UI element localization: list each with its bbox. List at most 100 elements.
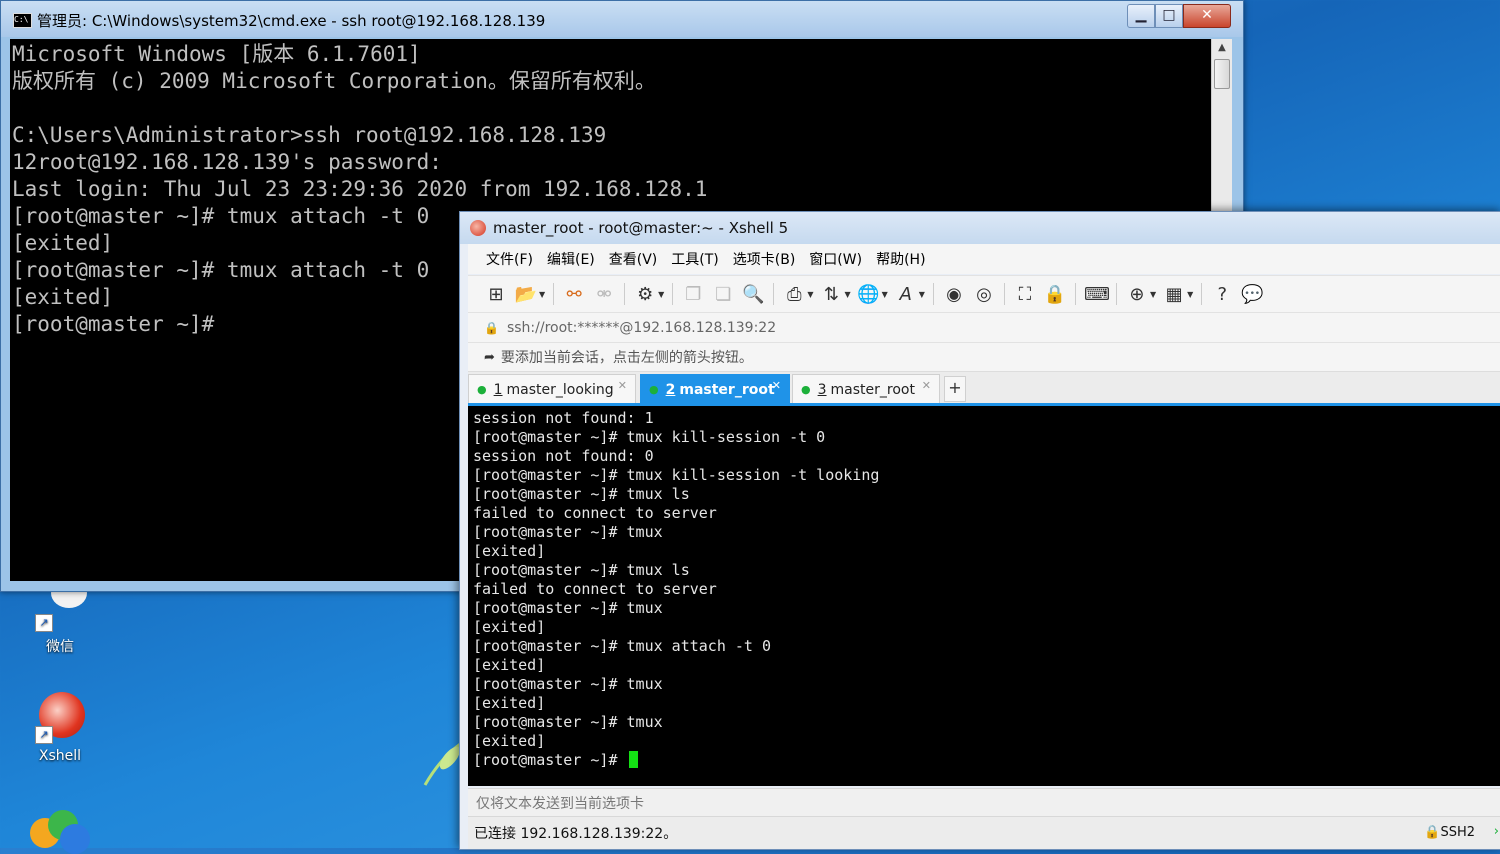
terminal-lines: session not found: 1 [root@master ~]# tm… [473,409,880,750]
protocol-status: 🔒SSH2 [1424,825,1475,840]
lock-button[interactable]: 🔒 [1043,284,1067,305]
cmd-icon: C:\ [13,13,32,28]
terminal[interactable]: session not found: 1 [root@master ~]# tm… [468,406,1500,786]
properties-icon: ⚙ [637,283,654,305]
xagent-icon: ◎ [976,283,992,305]
layout-icon: ▦ [1165,283,1183,305]
address-text: ssh://root:******@192.168.128.139:22 [506,319,777,336]
print-icon: ⎙ [787,283,802,305]
font-button[interactable]: A ▼ [894,284,925,305]
transfer-button[interactable]: ⇅ ▼ [819,283,851,305]
toolbar-separator [1003,283,1005,305]
lock-icon: 🔒 [1424,825,1441,840]
properties-button[interactable]: ⚙ ▼ [633,284,664,305]
toolbar-separator [773,283,775,305]
add-tab-button[interactable]: + [944,376,966,402]
chevron-down-icon: ▼ [844,289,851,299]
cmd-titlebar[interactable]: C:\ 管理员: C:\Windows\system32\cmd.exe - s… [1,1,1243,37]
xshell-icon: ↗ [33,690,87,744]
protocol-label: SSH2 [1440,825,1475,840]
fullscreen-icon: ⛶ [1018,283,1032,305]
toolbar: ⊞ 📂 ▼ ⚯ ⚮ ⚙ ▼ ❐ ❏ 🔍 ⎙ ▼ ⇅ ▼ 🌐 ▼ A ▼ ◉ ◎ ⛶ 🔒 ⌨ … [468,275,1500,312]
minimize-button[interactable]: ▁ [1127,4,1155,28]
open-button[interactable]: 📂 ▼ [514,284,545,305]
reconnect-button[interactable]: ⚯ [562,284,586,305]
desktop-icon-label: Xshell [38,748,82,764]
toolbar-separator [624,283,626,305]
xshell-titlebar[interactable]: master_root - root@master:~ - Xshell 5 [460,212,1500,244]
connection-status: 已连接 192.168.128.139:22。 [474,826,678,842]
connected-dot-icon: ● [801,383,811,396]
font-icon: A [899,283,912,305]
paste-button[interactable]: ❏ [711,284,735,305]
new-session-button[interactable]: ⊞ [484,284,508,305]
new-tab-button[interactable]: ⊕ ▼ [1125,284,1156,305]
keyboard-button[interactable]: ⌨ [1083,283,1110,305]
send-text-input[interactable]: 仅将文本发送到当前选项卡 [468,788,1500,816]
open-folder-icon: 📂 [514,283,538,305]
connected-dot-icon: ● [649,383,659,396]
close-button[interactable]: ✕ [1183,4,1231,28]
menu-edit[interactable]: 编辑(E) [547,249,595,269]
scroll-up-arrow-icon[interactable]: ▲ [1212,39,1232,57]
menu-help[interactable]: 帮助(H) [876,249,925,269]
xshell-icon [470,220,486,236]
tab-number: 1 [493,381,503,398]
globe-icon: 🌐 [857,283,880,305]
toolbar-separator [553,283,555,305]
chevron-down-icon: ▼ [539,289,546,299]
xshell-window[interactable]: master_root - root@master:~ - Xshell 5 文… [459,211,1500,850]
layout-button[interactable]: ▦ ▼ [1162,283,1194,305]
tab-label: master_root [679,381,775,398]
print-button[interactable]: ⎙ ▼ [782,284,813,305]
toolbar-separator [672,283,674,305]
globe-button[interactable]: 🌐 ▼ [857,283,888,305]
chat-button[interactable]: 💬 [1240,284,1264,305]
chevron-down-icon: ▼ [881,289,888,299]
menu-tools[interactable]: 工具(T) [671,249,718,269]
menu-tab[interactable]: 选项卡(B) [733,249,796,269]
add-session-arrow-icon[interactable]: ➦ [484,350,495,365]
tab-label: master_looking [506,381,614,398]
disconnect-button[interactable]: ⚮ [592,284,616,305]
new-tab-icon: ⊕ [1129,283,1145,305]
chat-icon: 💬 [1241,283,1264,305]
toolbar-separator [1115,283,1117,305]
address-bar[interactable]: 🔒 ssh://root:******@192.168.128.139:22 [468,312,1500,342]
tab-master-root[interactable]: ● 3 master_root ✕ [792,374,940,404]
menu-file[interactable]: 文件(F) [486,249,533,269]
status-indicator-icon: › [1493,824,1499,839]
tab-close-icon[interactable]: ✕ [922,379,931,392]
keyboard-icon: ⌨ [1083,283,1110,305]
toolbar-separator [932,283,934,305]
tab-close-icon[interactable]: ✕ [618,379,627,392]
tab-close-icon[interactable]: ✕ [772,379,781,392]
session-hint-text: 要添加当前会话，点击左侧的箭头按钮。 [500,350,753,366]
menu-view[interactable]: 查看(V) [609,249,658,269]
xagent-button[interactable]: ◎ [972,284,996,305]
tab-master-root-active[interactable]: ● 2 master_root ✕ [640,374,790,404]
scroll-thumb[interactable] [1214,59,1230,89]
find-button[interactable]: 🔍 [741,284,765,305]
menu-window[interactable]: 窗口(W) [809,249,862,269]
desktop-icon-xshell[interactable]: ↗ Xshell [20,690,100,764]
help-button[interactable]: ? [1210,284,1234,305]
send-text-placeholder: 仅将文本发送到当前选项卡 [476,795,644,812]
xftp-button[interactable]: ◉ [942,284,966,305]
menu-bar: 文件(F) 编辑(E) 查看(V) 工具(T) 选项卡(B) 窗口(W) 帮助(… [468,244,1500,274]
chevron-down-icon: ▼ [807,289,814,299]
help-icon: ? [1217,283,1228,305]
tab-master-looking[interactable]: ● 1 master_looking ✕ [468,374,636,404]
tab-number: 3 [817,381,827,398]
shortcut-arrow-icon: ↗ [35,726,53,744]
maximize-button[interactable]: □ [1155,4,1183,28]
status-bar: 已连接 192.168.128.139:22。 🔒SSH2 › [468,816,1500,849]
fullscreen-button[interactable]: ⛶ [1013,284,1037,305]
desktop-icon-partial[interactable] [30,810,90,854]
new-session-icon: ⊞ [488,283,504,305]
transfer-icon: ⇅ [823,283,840,305]
connected-dot-icon: ● [477,383,487,396]
terminal-cursor [628,751,638,768]
window-controls: ▁ □ ✕ [1127,4,1231,28]
copy-button[interactable]: ❐ [681,284,705,305]
